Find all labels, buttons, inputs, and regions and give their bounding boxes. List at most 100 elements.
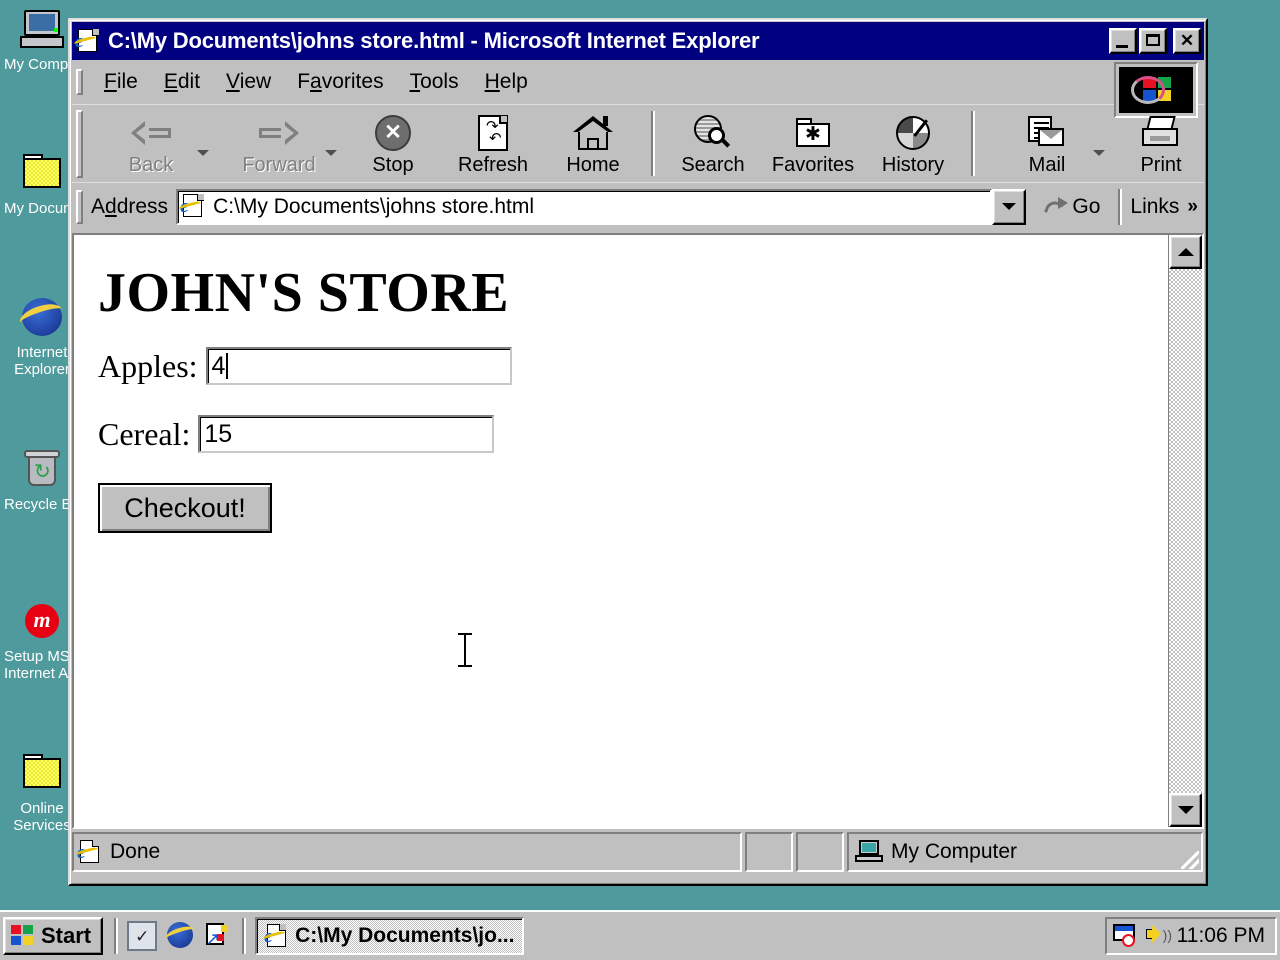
- menu-item-tools[interactable]: Tools: [397, 66, 472, 98]
- ie-icon: [16, 296, 66, 340]
- system-tray: )) 11:06 PM: [1104, 917, 1277, 955]
- vertical-scrollbar[interactable]: [1168, 235, 1202, 827]
- text-caret: [226, 353, 229, 379]
- status-bar: e Done My Computer: [72, 832, 1204, 872]
- back-button[interactable]: Back: [87, 105, 215, 182]
- go-arrow-icon: [1044, 195, 1069, 219]
- taskbar-button-ie[interactable]: e C:\My Documents\jo...: [255, 917, 525, 955]
- menu-item-view[interactable]: View: [213, 66, 284, 98]
- taskbar-separator: [114, 918, 119, 954]
- links-button[interactable]: Links »: [1130, 195, 1204, 219]
- addressbar-grip[interactable]: [76, 189, 83, 224]
- menu-item-file[interactable]: File: [91, 66, 151, 98]
- checkout-button[interactable]: Checkout!: [98, 483, 272, 533]
- stop-icon: ✕: [343, 112, 443, 154]
- search-button[interactable]: Search: [663, 105, 763, 182]
- history-button[interactable]: History: [863, 105, 963, 182]
- home-icon: [543, 112, 643, 154]
- forward-button[interactable]: Forward: [215, 105, 343, 182]
- form-row-cereal: Cereal: 15: [98, 415, 1168, 453]
- address-value: C:\My Documents\johns store.html: [213, 194, 534, 218]
- chevron-double-right-icon[interactable]: »: [1187, 197, 1198, 216]
- search-icon: [663, 112, 763, 154]
- chevron-down-icon: [1002, 203, 1017, 210]
- folder-icon: [18, 752, 66, 796]
- print-button[interactable]: Print: [1111, 105, 1211, 182]
- home-button[interactable]: Home: [543, 105, 643, 182]
- status-message-panel: e Done: [72, 832, 742, 872]
- favorites-button[interactable]: ✱ Favorites: [763, 105, 863, 182]
- status-text: Done: [110, 840, 161, 863]
- task-list: e C:\My Documents\jo...: [251, 917, 1105, 955]
- status-panel-extra: [796, 832, 844, 872]
- print-icon: [1111, 112, 1211, 154]
- browser-window: e C:\My Documents\johns store.html - Mic…: [68, 18, 1208, 886]
- ibeam-cursor-icon: [458, 633, 472, 667]
- scheduled-tasks-icon[interactable]: [1112, 924, 1139, 948]
- mail-button[interactable]: Mail: [983, 105, 1111, 182]
- mail-icon: [983, 112, 1111, 154]
- cereal-value: 15: [204, 419, 233, 448]
- address-label: Address: [91, 194, 169, 218]
- cereal-input[interactable]: 15: [198, 415, 495, 453]
- my-computer-icon: [855, 840, 883, 864]
- apples-input[interactable]: 4: [205, 347, 512, 385]
- back-arrow-icon: [87, 112, 215, 154]
- clock[interactable]: 11:06 PM: [1177, 924, 1265, 948]
- close-button[interactable]: ✕: [1173, 28, 1201, 54]
- toolbar-separator: [971, 111, 975, 176]
- mail-icon[interactable]: ↗: [203, 921, 233, 951]
- cereal-label: Cereal:: [98, 415, 191, 452]
- stop-button[interactable]: ✕ Stop: [343, 105, 443, 182]
- windows-flag-icon: [11, 925, 35, 947]
- page-icon: e: [73, 28, 102, 54]
- minimize-button[interactable]: [1109, 28, 1137, 54]
- start-button[interactable]: Start: [3, 917, 104, 955]
- address-dropdown-button[interactable]: [992, 188, 1027, 225]
- title-bar[interactable]: e C:\My Documents\johns store.html - Mic…: [72, 22, 1204, 60]
- favorites-star-folder-icon: ✱: [763, 112, 863, 154]
- refresh-icon: ↷ ↶: [443, 112, 543, 154]
- zone-text: My Computer: [891, 840, 1018, 863]
- document-body: JOHN'S STORE Apples: 4 Cereal: 15 Checko…: [74, 235, 1168, 827]
- page-icon: e: [262, 923, 289, 949]
- address-input[interactable]: e C:\My Documents\johns store.html: [176, 188, 993, 225]
- page-icon: e: [75, 839, 102, 865]
- page-icon: e: [178, 193, 207, 221]
- maximize-button[interactable]: [1139, 28, 1167, 54]
- show-desktop-icon[interactable]: ✓: [127, 921, 158, 951]
- menubar-grip[interactable]: [76, 69, 83, 95]
- window-controls: ✕: [1109, 28, 1201, 54]
- forward-arrow-icon: [215, 112, 343, 154]
- apples-value: 4: [211, 351, 226, 380]
- refresh-button[interactable]: ↷ ↶ Refresh: [443, 105, 543, 182]
- history-icon: [863, 112, 963, 154]
- menu-item-edit[interactable]: Edit: [151, 66, 213, 98]
- chevron-down-icon: [1177, 806, 1194, 814]
- close-icon: ✕: [1179, 31, 1195, 50]
- taskbar: Start ✓ ↗ e C:\My Documents\jo... )) 11:…: [0, 910, 1280, 960]
- quick-launch-bar: ✓ ↗: [123, 921, 237, 951]
- volume-icon[interactable]: )): [1145, 924, 1172, 948]
- browser-toolbar: Back Forward ✕ Stop ↷ ↶ Refresh Home Sea…: [72, 104, 1204, 182]
- taskbar-separator: [242, 918, 247, 954]
- folder-icon: [18, 152, 66, 196]
- menu-bar[interactable]: File Edit View Favorites Tools Help: [72, 60, 1204, 118]
- forward-dropdown-icon[interactable]: [325, 150, 337, 156]
- back-dropdown-icon[interactable]: [197, 150, 209, 156]
- apples-label: Apples:: [98, 347, 198, 384]
- mail-dropdown-icon[interactable]: [1093, 150, 1105, 156]
- toolbar-grip[interactable]: [76, 109, 83, 178]
- menu-item-favorites[interactable]: Favorites: [284, 66, 396, 98]
- security-zone-panel[interactable]: My Computer: [847, 832, 1203, 872]
- menu-item-help[interactable]: Help: [472, 66, 541, 98]
- go-button[interactable]: Go: [1034, 195, 1110, 219]
- resize-grip[interactable]: [1181, 851, 1199, 869]
- ie-icon[interactable]: [164, 921, 197, 951]
- scroll-up-button[interactable]: [1169, 235, 1202, 269]
- page-viewport: JOHN'S STORE Apples: 4 Cereal: 15 Checko…: [72, 233, 1204, 829]
- msn-icon: m: [18, 600, 66, 644]
- toolbar-separator: [651, 111, 655, 176]
- scroll-down-button[interactable]: [1169, 793, 1202, 827]
- form-row-apples: Apples: 4: [98, 347, 1168, 385]
